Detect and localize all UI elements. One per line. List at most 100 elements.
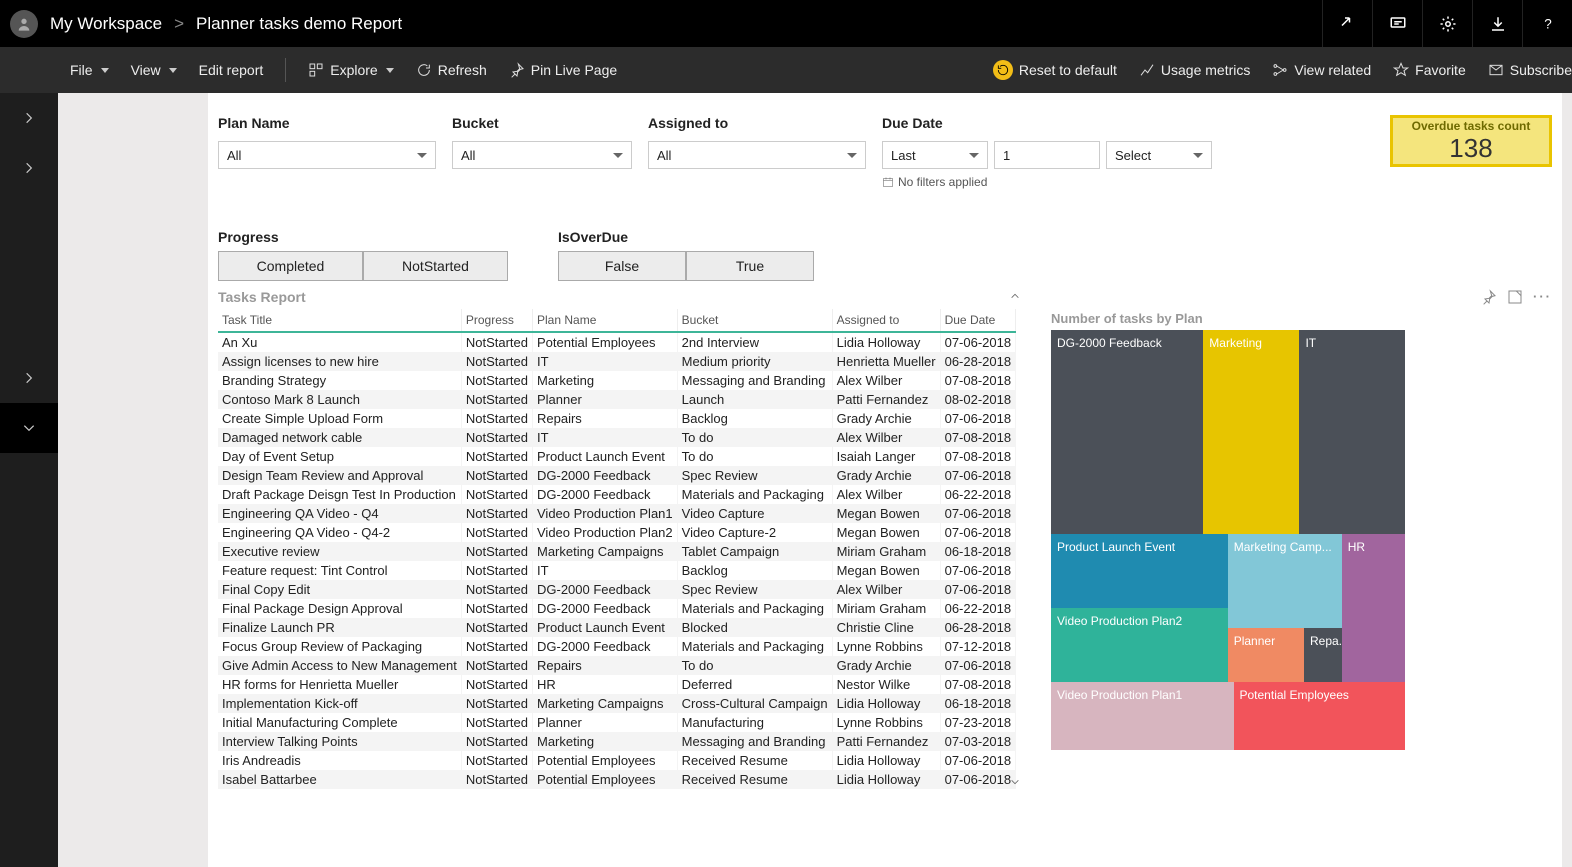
table-row[interactable]: Branding StrategyNotStartedMarketingMess… [218,371,1016,390]
menu-view-related[interactable]: View related [1272,62,1371,78]
breadcrumb-report[interactable]: Planner tasks demo Report [196,14,402,34]
table-row[interactable]: Give Admin Access to New ManagementNotSt… [218,656,1016,675]
table-row[interactable]: Draft Package Deisgn Test In ProductionN… [218,485,1016,504]
breadcrumb-workspace[interactable]: My Workspace [50,14,162,34]
tile-potential[interactable]: Potential Employees [1234,682,1406,750]
more-options-icon[interactable]: ··· [1533,289,1552,307]
filter-due-unit[interactable]: Select [1106,141,1212,169]
col-header[interactable]: Bucket [677,309,832,332]
col-header[interactable]: Due Date [940,309,1016,332]
table-row[interactable]: Contoso Mark 8 LaunchNotStartedPlannerLa… [218,390,1016,409]
tile-video-plan1[interactable]: Video Production Plan1 [1051,682,1234,750]
tile-marketing[interactable]: Marketing [1203,330,1299,534]
col-header[interactable]: Progress [461,309,532,332]
scroll-up-icon[interactable] [1007,289,1023,303]
cell: 07-06-2018 [940,561,1016,580]
cell: Materials and Packaging [677,485,832,504]
menu-view[interactable]: View [131,62,177,78]
download-icon[interactable] [1472,0,1522,47]
cell: 07-06-2018 [940,332,1016,352]
fullscreen-icon[interactable] [1322,0,1372,47]
menu-subscribe[interactable]: Subscribe [1488,62,1572,78]
table-row[interactable]: Engineering QA Video - Q4-2NotStartedVid… [218,523,1016,542]
menu-favorite[interactable]: Favorite [1393,62,1466,78]
cell: Blocked [677,618,832,637]
nav-expand-3[interactable] [0,353,58,403]
cell: Medium priority [677,352,832,371]
table-row[interactable]: Iris AndreadisNotStartedPotential Employ… [218,751,1016,770]
tile-dg2000[interactable]: DG-2000 Feedback [1051,330,1203,534]
menu-usage-metrics[interactable]: Usage metrics [1139,62,1250,78]
avatar[interactable] [10,10,38,38]
table-row[interactable]: Design Team Review and ApprovalNotStarte… [218,466,1016,485]
focus-mode-icon[interactable] [1507,289,1523,305]
nav-collapse[interactable] [0,403,58,453]
cell: NotStarted [461,770,532,789]
menu-refresh[interactable]: Refresh [416,62,487,78]
table-row[interactable]: Implementation Kick-offNotStartedMarketi… [218,694,1016,713]
table-row[interactable]: Day of Event SetupNotStartedProduct Laun… [218,447,1016,466]
kpi-label: Overdue tasks count [1412,119,1531,133]
table-row[interactable]: Isabel BattarbeeNotStartedPotential Empl… [218,770,1016,789]
table-row[interactable]: Focus Group Review of PackagingNotStarte… [218,637,1016,656]
treemap-chart[interactable]: DG-2000 Feedback Marketing IT Product La… [1051,330,1405,750]
table-row[interactable]: HR forms for Henrietta MuellerNotStarted… [218,675,1016,694]
table-row[interactable]: Initial Manufacturing CompleteNotStarted… [218,713,1016,732]
filter-plan-name[interactable]: All [218,141,436,169]
menu-reset-default[interactable]: Reset to default [993,60,1117,80]
cell: Engineering QA Video - Q4-2 [218,523,461,542]
tile-it[interactable]: IT [1299,330,1405,534]
table-row[interactable]: Feature request: Tint ControlNotStartedI… [218,561,1016,580]
segment-progress-completed[interactable]: Completed [218,251,363,281]
table-row[interactable]: Executive reviewNotStartedMarketing Camp… [218,542,1016,561]
help-icon[interactable]: ? [1522,0,1572,47]
cell: IT [533,352,678,371]
tile-hr[interactable]: HR [1342,534,1405,682]
table-row[interactable]: Final Package Design ApprovalNotStartedD… [218,599,1016,618]
table-scrollbar[interactable] [1007,289,1023,789]
cell: Video Production Plan2 [533,523,678,542]
filter-due-mode[interactable]: Last [882,141,988,169]
menu-pin-live[interactable]: Pin Live Page [509,62,617,78]
table-row[interactable]: Engineering QA Video - Q4NotStartedVideo… [218,504,1016,523]
col-header[interactable]: Assigned to [832,309,940,332]
tasks-table[interactable]: Task TitleProgressPlan NameBucketAssigne… [218,309,1016,789]
gear-icon[interactable] [1422,0,1472,47]
overdue-count-card[interactable]: Overdue tasks count 138 [1390,115,1552,167]
cell: Marketing Campaigns [533,542,678,561]
segment-overdue-true[interactable]: True [686,251,814,281]
menu-file[interactable]: File [70,62,109,78]
scroll-down-icon[interactable] [1007,775,1023,789]
filter-bucket[interactable]: All [452,141,632,169]
segment-progress-notstarted[interactable]: NotStarted [363,251,508,281]
cell: Focus Group Review of Packaging [218,637,461,656]
nav-expand-2[interactable] [0,143,58,193]
filter-assigned-to[interactable]: All [648,141,866,169]
nav-expand-1[interactable] [0,93,58,143]
filter-due-count[interactable]: 1 [994,141,1100,169]
table-row[interactable]: Interview Talking PointsNotStartedMarket… [218,732,1016,751]
table-row[interactable]: Create Simple Upload FormNotStartedRepai… [218,409,1016,428]
cell: Initial Manufacturing Complete [218,713,461,732]
comment-icon[interactable] [1372,0,1422,47]
tile-mkt-campaigns[interactable]: Marketing Camp... [1228,534,1342,627]
pin-icon [509,62,525,78]
table-row[interactable]: Damaged network cableNotStartedITTo doAl… [218,428,1016,447]
tile-planner[interactable]: Planner [1228,628,1304,682]
col-header[interactable]: Plan Name [533,309,678,332]
tile-video-plan2[interactable]: Video Production Plan2 [1051,608,1228,682]
table-row[interactable]: Final Copy EditNotStartedDG-2000 Feedbac… [218,580,1016,599]
visual-action-bar: ··· [1051,289,1552,307]
menu-explore[interactable]: Explore [308,62,393,78]
cell: Tablet Campaign [677,542,832,561]
pin-visual-icon[interactable] [1481,289,1497,305]
menu-edit-report[interactable]: Edit report [199,62,264,78]
table-row[interactable]: Assign licenses to new hireNotStartedITM… [218,352,1016,371]
col-header[interactable]: Task Title [218,309,461,332]
tile-repairs[interactable]: Repa... [1304,628,1342,682]
segment-overdue-false[interactable]: False [558,251,686,281]
cell: Damaged network cable [218,428,461,447]
table-row[interactable]: An XuNotStartedPotential Employees2nd In… [218,332,1016,352]
table-row[interactable]: Finalize Launch PRNotStartedProduct Laun… [218,618,1016,637]
tile-launch-event[interactable]: Product Launch Event [1051,534,1228,608]
